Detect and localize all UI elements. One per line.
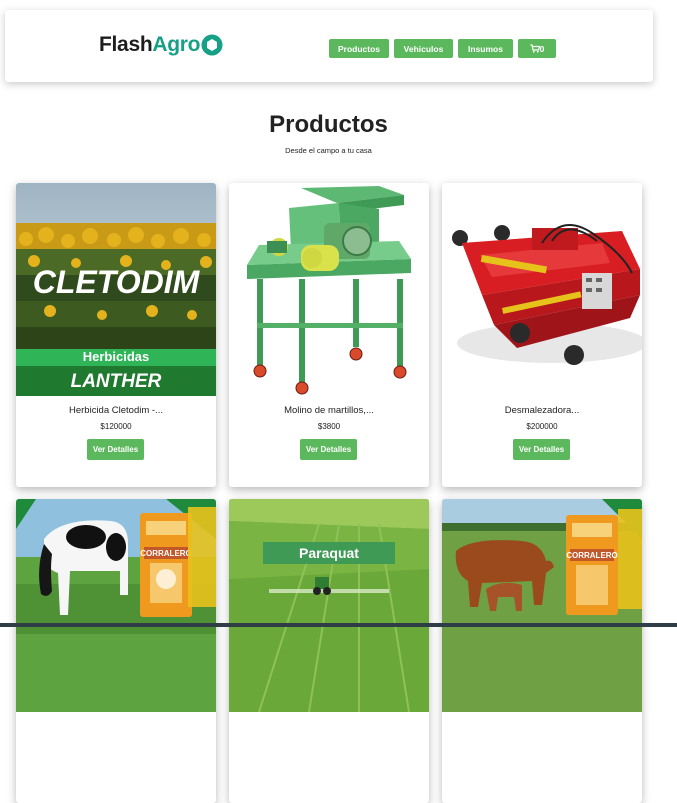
lanther-image-text: LANTHER xyxy=(71,371,162,392)
nav-menu: Productos Vehiculos Insumos 0 xyxy=(329,39,556,58)
product-image[interactable]: Paraquat xyxy=(229,499,429,712)
ver-detalles-button[interactable]: Ver Detalles xyxy=(87,439,144,460)
product-image[interactable]: CLETODIM Herbicidas LANTHER xyxy=(16,183,216,396)
product-card: CORRALERO xyxy=(16,499,216,803)
product-title: Molino de martillos,... xyxy=(284,405,374,416)
cart-button[interactable]: 0 xyxy=(518,39,556,58)
product-image[interactable] xyxy=(229,183,429,396)
ver-detalles-button[interactable]: Ver Detalles xyxy=(300,439,357,460)
product-price: $120000 xyxy=(100,422,132,431)
product-card: CORRALERO xyxy=(442,499,642,803)
product-price: $200000 xyxy=(526,422,558,431)
navbar: Flash Agro Productos Vehiculos Insumos 0 xyxy=(5,10,653,82)
corralero-bag-text: CORRALERO xyxy=(140,549,192,558)
paraquat-image-text: Paraquat xyxy=(299,545,359,561)
product-image[interactable] xyxy=(442,183,642,396)
nav-productos-button[interactable]: Productos xyxy=(329,39,389,58)
bottom-bar xyxy=(0,623,677,627)
nav-vehiculos-button[interactable]: Vehiculos xyxy=(394,39,453,58)
product-image[interactable]: CORRALERO xyxy=(442,499,642,712)
product-card: Paraquat xyxy=(229,499,429,803)
product-price: $3800 xyxy=(317,422,341,431)
product-image[interactable]: CORRALERO xyxy=(16,499,216,712)
cart-icon xyxy=(530,44,540,53)
product-card: CLETODIM Herbicidas LANTHER Herbicida Cl… xyxy=(16,183,216,487)
corralero-bag-text: CORRALERO xyxy=(566,551,618,560)
herbicidas-image-text: Herbicidas xyxy=(83,349,149,364)
product-card: Desmalezadora... $200000 Ver Detalles xyxy=(442,183,642,487)
nav-insumos-button[interactable]: Insumos xyxy=(458,39,513,58)
ver-detalles-button[interactable]: Ver Detalles xyxy=(513,439,570,460)
product-title: Herbicida Cletodim -... xyxy=(69,405,163,416)
brand-logo[interactable]: Flash Agro xyxy=(99,33,223,57)
product-title: Desmalezadora... xyxy=(504,405,580,416)
page-title: Productos xyxy=(269,111,388,138)
brand-name-part1: Flash xyxy=(99,33,153,56)
cletodim-image-text: CLETODIM xyxy=(33,264,201,300)
brand-name-part2: Agro xyxy=(152,33,201,56)
cart-count: 0 xyxy=(539,43,545,54)
hexagon-logo-icon xyxy=(201,34,223,56)
product-card: Molino de martillos,... $3800 Ver Detall… xyxy=(229,183,429,487)
page-subtitle: Desde el campo a tu casa xyxy=(285,146,372,155)
